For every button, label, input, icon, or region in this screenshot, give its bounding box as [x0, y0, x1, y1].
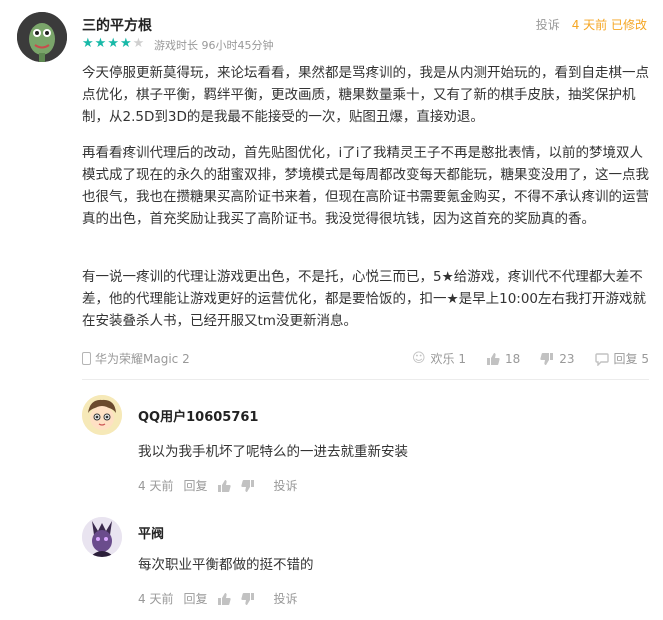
divider	[82, 379, 649, 380]
reply-meta: 4 天前 回复 投诉	[138, 477, 297, 494]
reply-label: 回复 5	[613, 352, 649, 366]
comment-icon	[594, 352, 609, 366]
review-paragraph: 有一说一疼训的代理让游戏更出色，不是托，心悦三而已，5★给游戏，疼训代不代理都大…	[82, 269, 647, 329]
thumb-up-icon	[486, 352, 500, 365]
review-top-actions: 投诉 4 天前 已修改	[536, 16, 647, 33]
review-meta-row: 华为荣耀Magic 2 ☺ 欢乐 1 18 23 回复 5	[82, 350, 649, 370]
author-name[interactable]: 三的平方根	[82, 15, 152, 35]
star-icon: ★	[119, 36, 133, 51]
device-info: 华为荣耀Magic 2	[82, 350, 190, 367]
rating-stars: ★★★★★	[82, 37, 145, 51]
reply-report-link[interactable]: 投诉	[273, 590, 297, 607]
like-button[interactable]: 18	[486, 352, 520, 366]
reply-author[interactable]: 平阀	[138, 523, 164, 542]
like-count: 18	[504, 351, 521, 366]
thumb-down-icon	[540, 352, 554, 365]
reply-time: 4 天前	[138, 592, 174, 606]
review-paragraph: 今天停服更新莫得玩，来论坛看看，果然都是骂疼训的，我是从内测开始玩的，看到自走棋…	[82, 65, 649, 125]
funny-button[interactable]: ☺ 欢乐 1	[412, 350, 466, 367]
smile-icon: ☺	[411, 351, 426, 366]
playtime: 游戏时长 96小时45分钟	[154, 39, 274, 52]
thumb-up-icon[interactable]	[217, 592, 232, 606]
author-avatar[interactable]	[17, 12, 67, 62]
reply-reply-button[interactable]: 回复	[183, 590, 207, 607]
phone-icon	[82, 352, 91, 365]
reply-meta: 4 天前 回复 投诉	[138, 590, 297, 607]
reply-reply-button[interactable]: 回复	[183, 477, 207, 494]
device-name: 华为荣耀Magic 2	[95, 352, 190, 366]
funny-label: 欢乐 1	[430, 352, 466, 366]
reply-report-link[interactable]: 投诉	[273, 477, 297, 494]
dislike-button[interactable]: 23	[540, 351, 575, 366]
thumb-up-icon[interactable]	[217, 479, 232, 493]
star-icon: ★	[82, 36, 95, 51]
star-icon: ★	[107, 36, 120, 51]
star-empty-icon: ★	[132, 36, 146, 51]
report-link[interactable]: 投诉	[536, 16, 560, 33]
reply-text: 每次职业平衡都做的挺不错的	[138, 557, 314, 573]
reply-avatar[interactable]	[82, 517, 122, 557]
reply-author[interactable]: QQ用户10605761	[138, 406, 258, 425]
edited-timestamp: 4 天前 已修改	[571, 18, 647, 32]
thumb-down-icon[interactable]	[241, 592, 255, 606]
reply-avatar[interactable]	[82, 395, 122, 435]
star-icon: ★	[94, 36, 108, 51]
reply-text: 我以为我手机坏了呢特么的一进去就重新安装	[138, 444, 408, 460]
reply-button[interactable]: 回复 5	[594, 350, 649, 367]
reply-time: 4 天前	[138, 479, 174, 493]
dislike-count: 23	[559, 351, 575, 366]
review-paragraph: 再看看疼训代理后的改动，首先贴图优化，i了i了我精灵王子不再是憨批表情，以前的梦…	[82, 145, 649, 227]
review-actions: ☺ 欢乐 1 18 23 回复 5	[412, 350, 649, 367]
thumb-down-icon[interactable]	[241, 479, 255, 493]
